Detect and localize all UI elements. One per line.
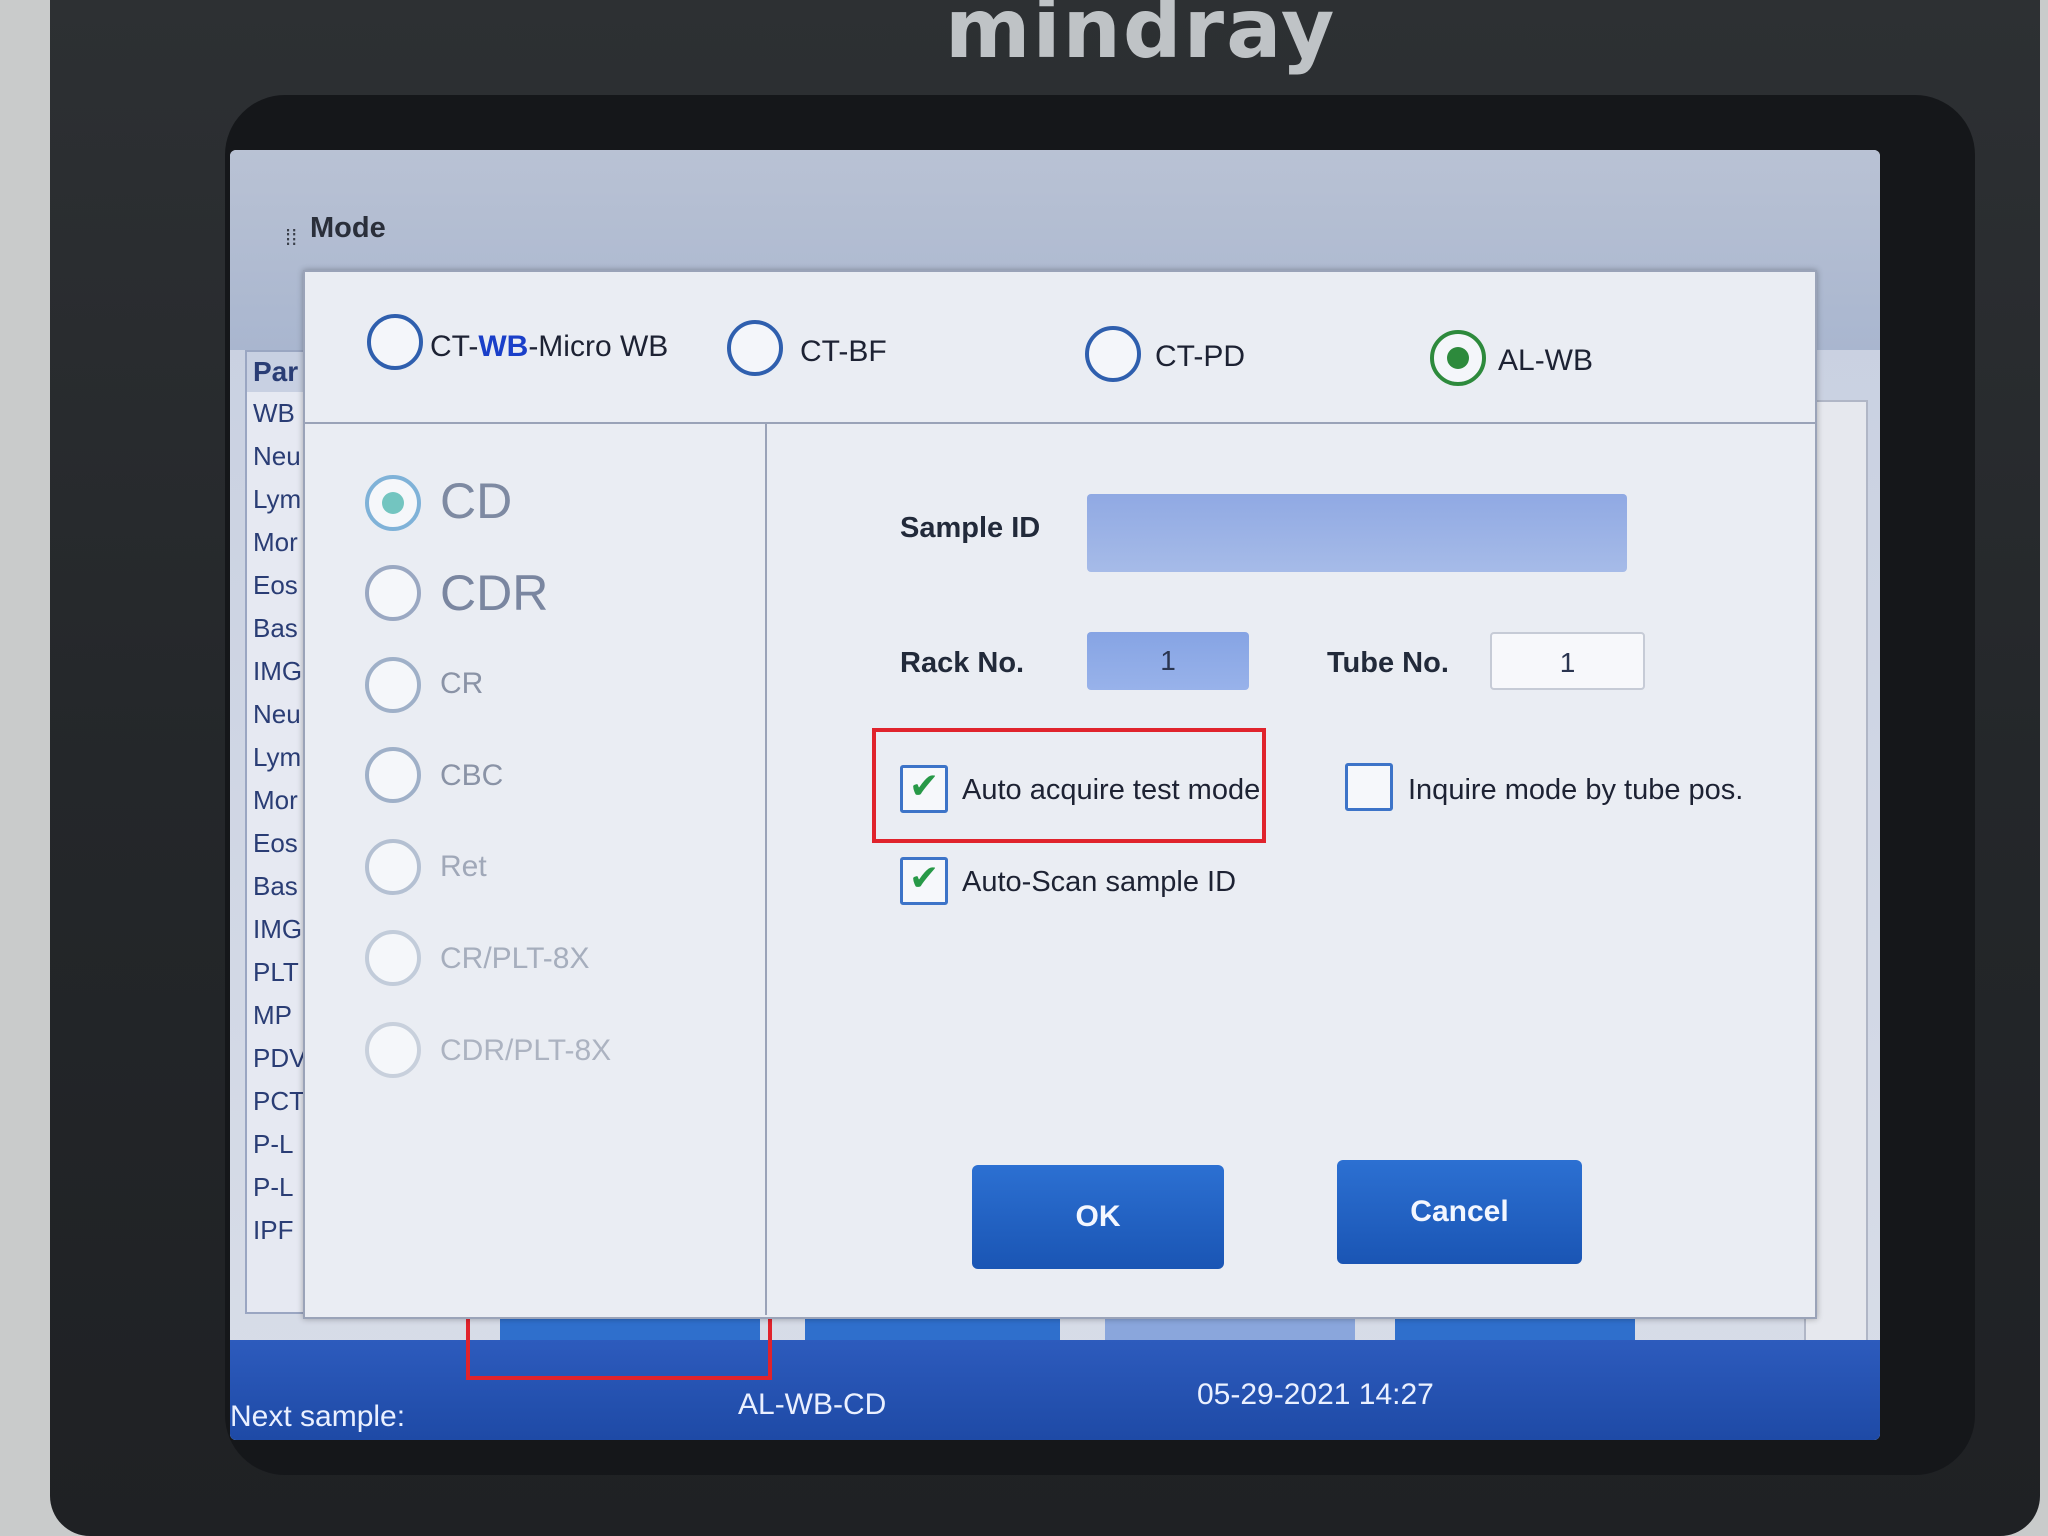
test-radio-cr[interactable] [365, 657, 421, 713]
test-label-cdr: CDR [440, 565, 549, 621]
sample-id-input[interactable] [1087, 494, 1627, 572]
test-radio-cdr-plt-8x[interactable] [365, 1022, 421, 1078]
mode-label-ct-wb-micro-wb: CT-WB-Micro WB [430, 330, 669, 363]
test-type-pane: CD CDR CR CBC Ret CR/PLT-8X CDR/PLT-8X [305, 422, 767, 1315]
rack-no-label: Rack No. [900, 647, 1025, 679]
auto-scan-label: Auto-Scan sample ID [962, 866, 1237, 898]
brand-logo: mindray [945, 0, 1337, 77]
test-radio-cdr[interactable] [365, 565, 421, 621]
cancel-button[interactable]: Cancel [1337, 1160, 1582, 1264]
inquire-mode-checkbox[interactable] [1345, 763, 1393, 811]
window-title: Mode [310, 212, 386, 244]
tube-no-input[interactable]: 1 [1490, 632, 1645, 690]
mode-radio-ct-bf[interactable] [727, 320, 783, 376]
test-radio-ret[interactable] [365, 839, 421, 895]
test-label-cd: CD [440, 473, 513, 529]
next-sample-label: Next sample: [230, 1400, 406, 1433]
test-radio-cd[interactable] [365, 475, 421, 531]
mode-label-al-wb: AL-WB [1498, 344, 1594, 377]
mode-radio-ct-pd[interactable] [1085, 326, 1141, 382]
mode-radio-al-wb[interactable] [1430, 330, 1486, 386]
rack-no-input[interactable]: 1 [1087, 632, 1249, 690]
test-label-ret: Ret [440, 850, 487, 883]
auto-scan-checkbox[interactable] [900, 857, 948, 905]
test-label-cdr-plt-8x: CDR/PLT-8X [440, 1034, 612, 1067]
mode-radio-ct-wb-micro-wb[interactable] [367, 314, 423, 370]
inquire-mode-label: Inquire mode by tube pos. [1408, 774, 1744, 806]
annotation-highlight-auto-acquire [872, 728, 1266, 843]
test-label-cr: CR [440, 667, 484, 700]
test-label-cr-plt-8x: CR/PLT-8X [440, 942, 590, 975]
mode-selector: CT-WB-Micro WB CT-BF CT-PD AL-WB [305, 272, 1815, 424]
current-mode-label: AL-WB-CD [738, 1388, 887, 1421]
test-radio-cbc[interactable] [365, 747, 421, 803]
tube-no-label: Tube No. [1327, 647, 1449, 679]
mode-label-ct-bf: CT-BF [800, 335, 887, 368]
mode-label-ct-pd: CT-PD [1155, 340, 1245, 373]
test-label-cbc: CBC [440, 759, 504, 792]
sample-id-label: Sample ID [900, 512, 1041, 544]
test-radio-cr-plt-8x[interactable] [365, 930, 421, 986]
datetime-label: 05-29-2021 14:27 [1197, 1378, 1434, 1411]
drag-grip-icon[interactable]: ⁞⁞ [285, 225, 297, 251]
ok-button[interactable]: OK [972, 1165, 1224, 1269]
